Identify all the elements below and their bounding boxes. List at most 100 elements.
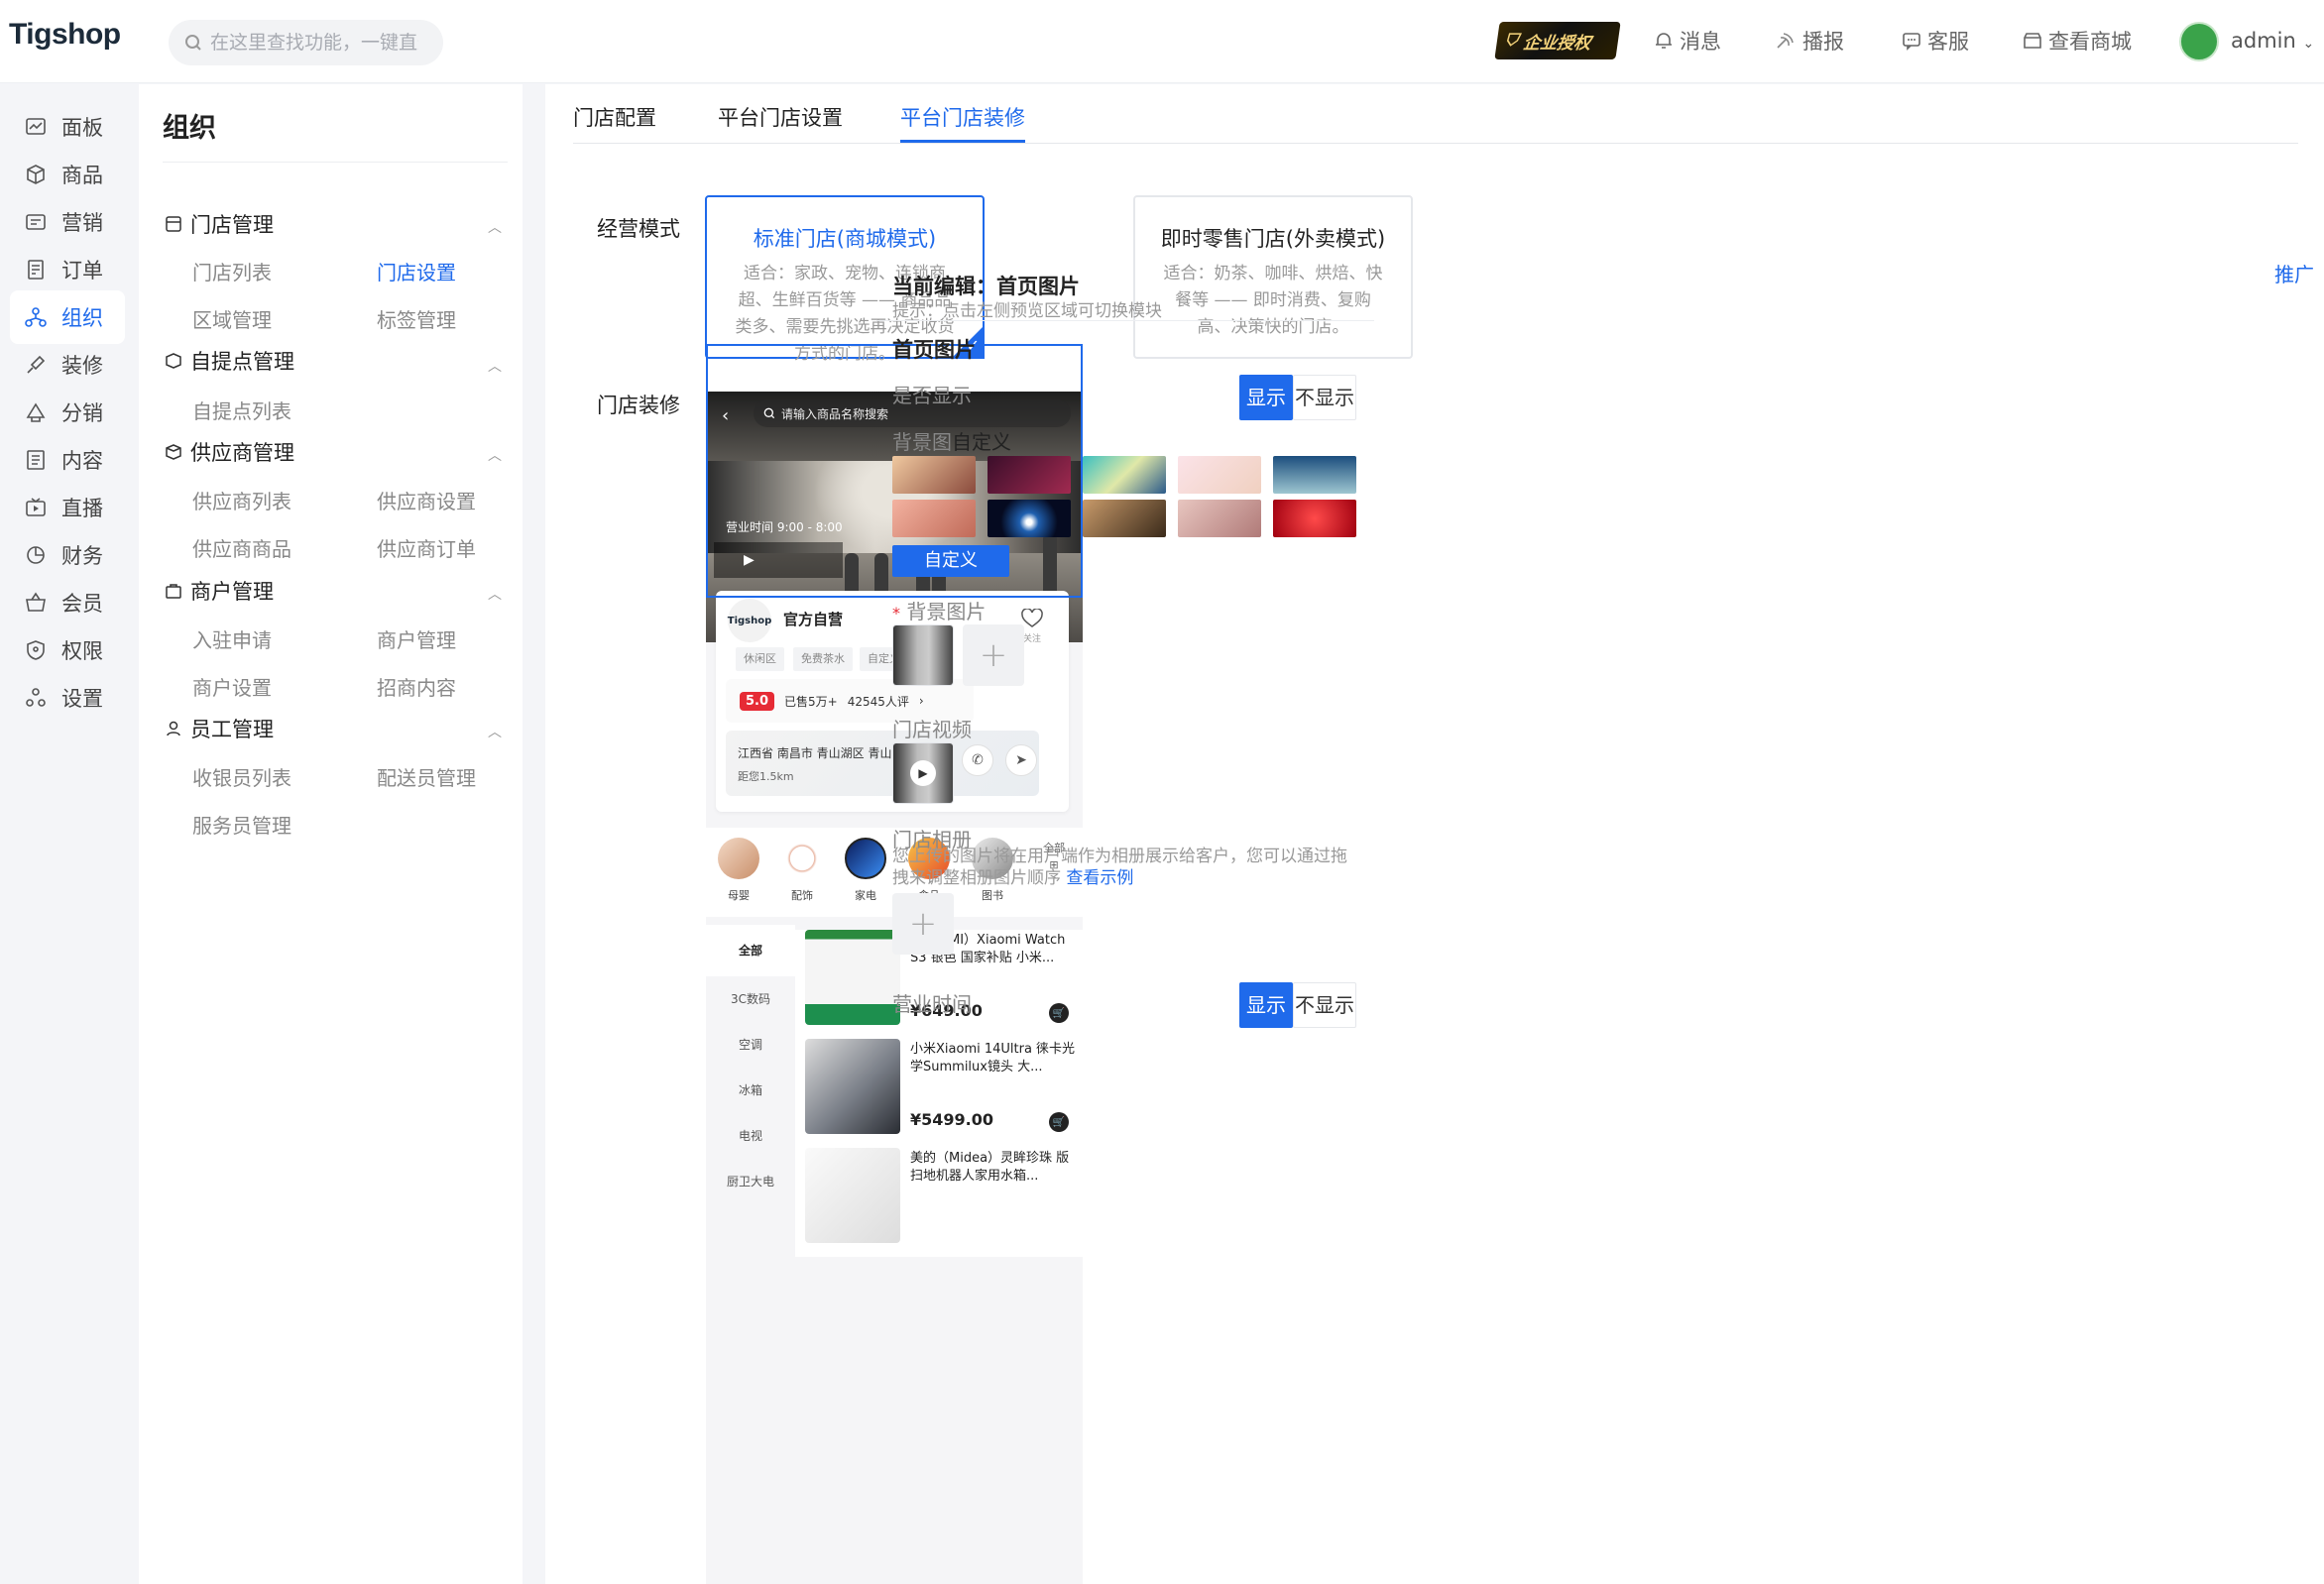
view-example-link[interactable]: 查看示例 bbox=[1066, 868, 1133, 888]
add-album-image-button[interactable]: + bbox=[892, 893, 954, 955]
category-item[interactable]: 配饰 bbox=[777, 838, 827, 903]
logo[interactable]: Tigshop bbox=[9, 18, 121, 52]
category-item[interactable]: 母婴 bbox=[714, 838, 763, 903]
submenu-title: 组织 bbox=[163, 113, 216, 144]
chevron-up-icon[interactable]: ︿ bbox=[488, 722, 502, 741]
nav-item-products[interactable]: 商品 bbox=[10, 148, 125, 201]
nav-item-distribution[interactable]: 分销 bbox=[10, 386, 125, 439]
navigate-icon[interactable]: ➤ bbox=[1005, 744, 1037, 776]
sub-link-delivery-manage[interactable]: 配送员管理 bbox=[377, 762, 476, 791]
sub-link-waiter-manage[interactable]: 服务员管理 bbox=[192, 810, 291, 839]
bg-preset[interactable] bbox=[988, 500, 1071, 537]
show-button[interactable]: 显示 bbox=[1239, 375, 1293, 420]
sub-link-recruit-content[interactable]: 招商内容 bbox=[377, 672, 456, 701]
nav-item-finance[interactable]: 财务 bbox=[10, 528, 125, 582]
messages-link[interactable]: 消息 bbox=[1654, 26, 1721, 56]
product-card[interactable]: 美的（Midea）灵眸珍珠 版扫地机器人家用水箱... bbox=[795, 1148, 1083, 1257]
custom-bg-button[interactable]: 自定义 bbox=[892, 545, 1009, 577]
nav-item-content[interactable]: 内容 bbox=[10, 433, 125, 487]
bg-preset[interactable] bbox=[1083, 456, 1166, 494]
chevron-up-icon[interactable]: ︿ bbox=[488, 584, 502, 604]
video-thumb[interactable]: ▶ bbox=[892, 742, 954, 804]
bg-preset[interactable] bbox=[1178, 500, 1261, 537]
sub-link-store-list[interactable]: 门店列表 bbox=[192, 257, 272, 285]
nav-item-dashboard[interactable]: 面板 bbox=[10, 100, 125, 154]
hours-show-button[interactable]: 显示 bbox=[1239, 982, 1293, 1028]
group-supplier[interactable]: 供应商管理 bbox=[165, 437, 294, 467]
hours-hide-button[interactable]: 不显示 bbox=[1293, 982, 1356, 1028]
group-store-manage[interactable]: 门店管理 bbox=[165, 209, 274, 239]
side-category-item[interactable]: 空调 bbox=[706, 1022, 795, 1068]
nav-item-settings[interactable]: 设置 bbox=[10, 671, 125, 725]
sub-link-tags[interactable]: 标签管理 bbox=[377, 304, 456, 333]
back-icon[interactable]: ‹ bbox=[722, 405, 729, 426]
sub-link-pickup-list[interactable]: 自提点列表 bbox=[192, 396, 291, 424]
side-category-item[interactable]: 全部 bbox=[706, 925, 795, 976]
nav-label: 分销 bbox=[61, 401, 103, 425]
category-label: 图书 bbox=[982, 889, 1003, 902]
box-icon bbox=[27, 165, 45, 184]
bg-preset[interactable] bbox=[1178, 456, 1261, 494]
hide-button[interactable]: 不显示 bbox=[1293, 375, 1356, 420]
nav-item-marketing[interactable]: 营销 bbox=[10, 195, 125, 249]
sub-link-cashier-list[interactable]: 收银员列表 bbox=[192, 762, 291, 791]
category-item[interactable]: 家电 bbox=[841, 838, 890, 903]
sub-link-merchant-settings[interactable]: 商户设置 bbox=[192, 672, 272, 701]
nav-item-organization[interactable]: 组织 bbox=[10, 290, 125, 344]
add-bg-image-button[interactable]: + bbox=[963, 624, 1024, 686]
user-menu[interactable]: admin ⌄ bbox=[2231, 29, 2314, 53]
sub-link-store-settings[interactable]: 门店设置 bbox=[377, 257, 456, 285]
bg-preset[interactable] bbox=[988, 456, 1071, 494]
sub-link-region[interactable]: 区域管理 bbox=[192, 304, 272, 333]
nav-item-permissions[interactable]: 权限 bbox=[10, 623, 125, 677]
sub-link-supplier-orders[interactable]: 供应商订单 bbox=[377, 533, 476, 562]
nav-item-live[interactable]: 直播 bbox=[10, 481, 125, 534]
search-box[interactable] bbox=[169, 20, 443, 65]
nav-item-members[interactable]: 会员 bbox=[10, 576, 125, 629]
side-category-item[interactable]: 电视 bbox=[706, 1113, 795, 1159]
chevron-up-icon[interactable]: ︿ bbox=[488, 445, 502, 465]
bg-preset[interactable] bbox=[892, 500, 976, 537]
tab-platform-store-settings[interactable]: 平台门店设置 bbox=[718, 102, 843, 132]
auth-badge[interactable]: ⛉ 企业授权 bbox=[1494, 22, 1621, 59]
group-staff[interactable]: 员工管理 bbox=[165, 714, 274, 743]
tab-platform-store-decoration[interactable]: 平台门店装修 bbox=[900, 102, 1025, 132]
live-icon bbox=[26, 498, 46, 516]
service-link[interactable]: 客服 bbox=[1902, 26, 1969, 56]
chevron-up-icon[interactable]: ︿ bbox=[488, 356, 502, 376]
side-category-item[interactable]: 冰箱 bbox=[706, 1068, 795, 1113]
avatar[interactable] bbox=[2179, 22, 2219, 61]
promo-link[interactable]: 推广 bbox=[2274, 259, 2314, 287]
group-pickup[interactable]: 自提点管理 bbox=[165, 346, 294, 376]
cart-icon[interactable]: 🛒 bbox=[1049, 1112, 1069, 1132]
nav-item-orders[interactable]: 订单 bbox=[10, 243, 125, 296]
nav-label: 会员 bbox=[61, 592, 103, 616]
category-label: 配饰 bbox=[791, 889, 813, 902]
sub-link-merchant-manage[interactable]: 商户管理 bbox=[377, 624, 456, 653]
sub-link-supplier-products[interactable]: 供应商商品 bbox=[192, 533, 291, 562]
sub-link-supplier-list[interactable]: 供应商列表 bbox=[192, 486, 291, 514]
bg-image-thumb[interactable] bbox=[892, 624, 954, 686]
nav-item-decoration[interactable]: 装修 bbox=[10, 338, 125, 392]
bg-preset[interactable] bbox=[1273, 500, 1356, 537]
order-icon bbox=[28, 260, 44, 280]
chevron-up-icon[interactable]: ︿ bbox=[488, 217, 502, 237]
search-input[interactable] bbox=[210, 32, 418, 54]
tab-store-config[interactable]: 门店配置 bbox=[573, 102, 656, 132]
sub-link-supplier-settings[interactable]: 供应商设置 bbox=[377, 486, 476, 514]
group-merchant[interactable]: 商户管理 bbox=[165, 576, 274, 606]
phone-icon[interactable]: ✆ bbox=[962, 744, 993, 776]
broadcast-link[interactable]: 播报 bbox=[1775, 26, 1844, 56]
bg-preset[interactable] bbox=[1083, 500, 1166, 537]
mode-card-instant[interactable]: 即时零售门店(外卖模式) 适合：奶茶、咖啡、烘焙、快餐等 —— 即时消费、复购高… bbox=[1133, 195, 1413, 359]
view-store-link[interactable]: 查看商城 bbox=[2023, 26, 2132, 56]
side-category-item[interactable]: 3C数码 bbox=[706, 976, 795, 1022]
favorite-button[interactable]: 关注 bbox=[1021, 608, 1043, 644]
side-category-item[interactable]: 厨卫大电 bbox=[706, 1159, 795, 1204]
sub-link-apply[interactable]: 入驻申请 bbox=[192, 624, 272, 653]
video-play-icon[interactable]: ▶ bbox=[714, 542, 843, 578]
bg-preset[interactable] bbox=[1273, 456, 1356, 494]
bg-preset[interactable] bbox=[892, 456, 976, 494]
cart-icon[interactable]: 🛒 bbox=[1049, 1003, 1069, 1023]
product-card[interactable]: 小米Xiaomi 14Ultra 徕卡光学Summilux镜头 大... ¥54… bbox=[795, 1039, 1083, 1148]
